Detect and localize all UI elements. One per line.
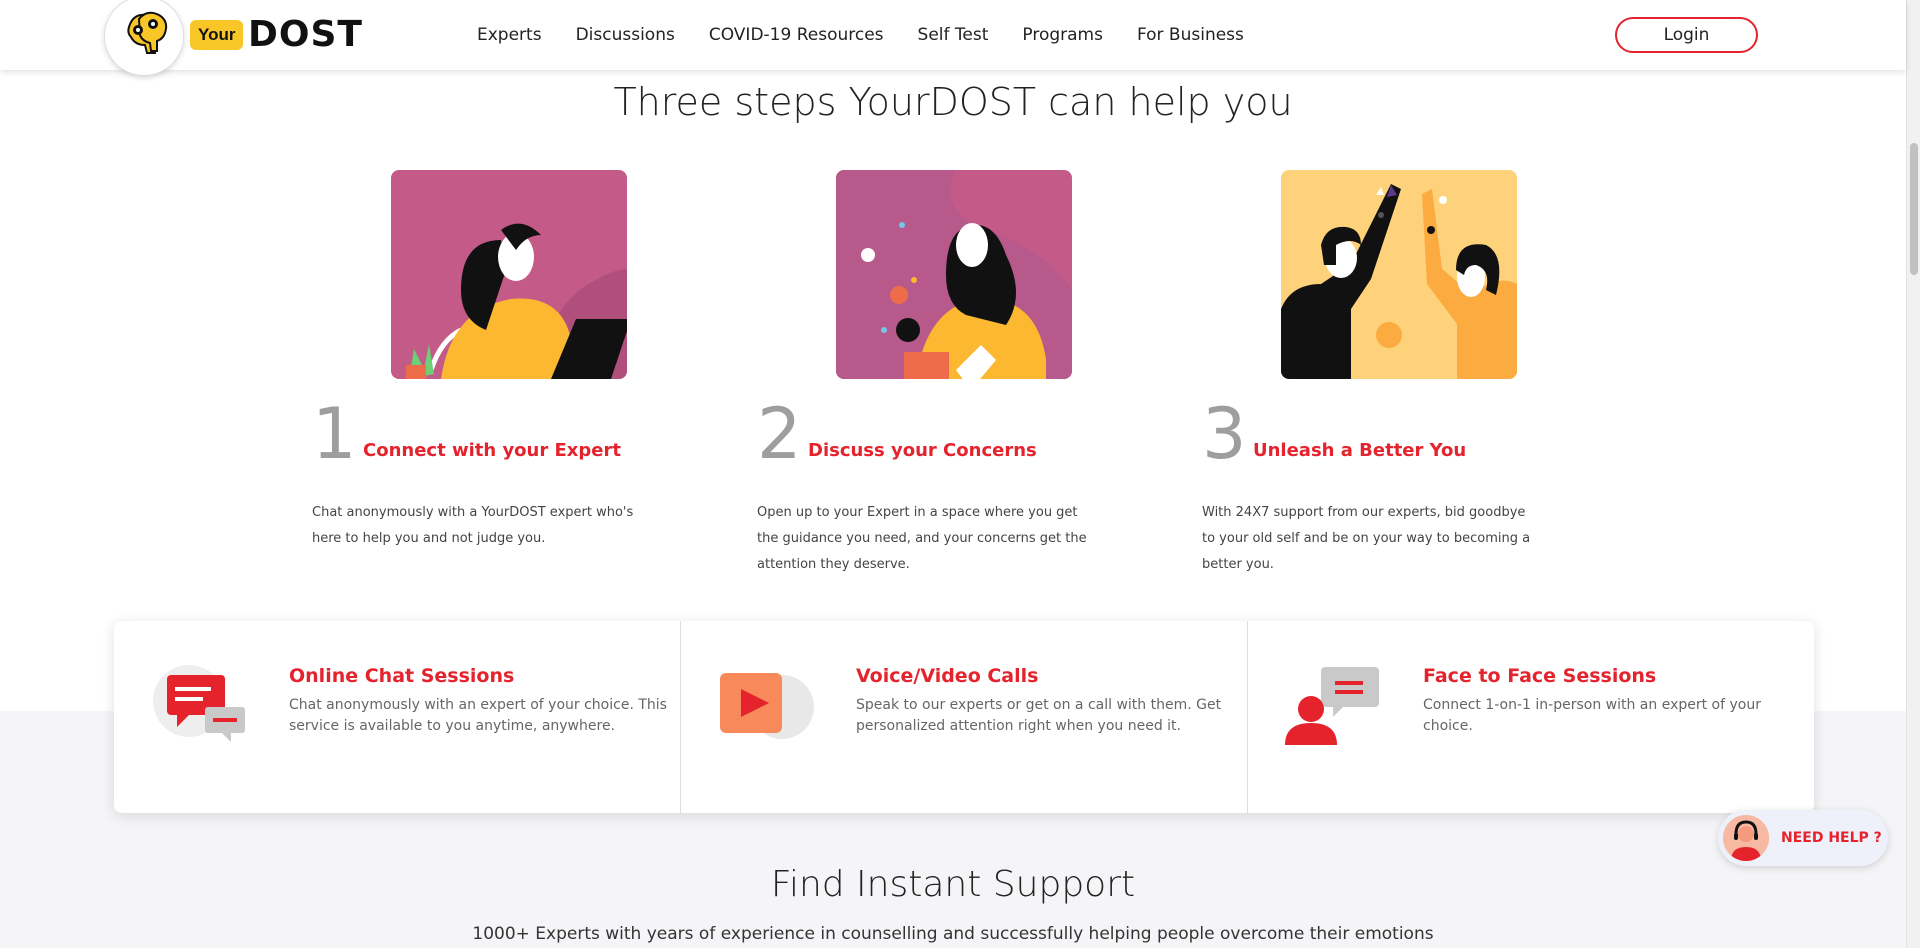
- service-description: Chat anonymously with an expert of your …: [289, 697, 667, 734]
- step-1-title: Connect with your Expert: [363, 440, 621, 461]
- steps-heading: Three steps YourDOST can help you: [613, 80, 1293, 124]
- step-1-number: 1: [312, 393, 357, 475]
- step-3-number: 3: [1202, 393, 1247, 475]
- step-2-description: Open up to your Expert in a space where …: [757, 505, 1087, 572]
- login-button[interactable]: Login: [1615, 17, 1758, 53]
- video-play-icon: [716, 665, 816, 745]
- step-3-illustration: [1281, 170, 1517, 379]
- person-chat-icon: [1283, 665, 1383, 745]
- chat-bubbles-icon: [149, 665, 249, 745]
- nav-discussions[interactable]: Discussions: [576, 25, 675, 45]
- service-description: Speak to our experts or get on a call wi…: [856, 697, 1222, 734]
- scrollbar-thumb[interactable]: [1910, 143, 1918, 275]
- support-subtitle: 1000+ Experts with years of experience i…: [472, 924, 1434, 944]
- service-title: Online Chat Sessions: [289, 665, 515, 687]
- step-3-title: Unleash a Better You: [1253, 440, 1467, 461]
- nav-covid-resources[interactable]: COVID-19 Resources: [709, 25, 884, 45]
- step-1-illustration: [391, 170, 627, 379]
- logo-wordmark[interactable]: DOST: [248, 15, 363, 55]
- top-navbar: Your DOST Experts Discussions COVID-19 R…: [0, 0, 1906, 76]
- service-title: Face to Face Sessions: [1423, 665, 1657, 687]
- support-agent-icon: [1723, 815, 1769, 861]
- service-face-to-face[interactable]: Face to Face Sessions Connect 1-on-1 in-…: [1247, 621, 1814, 813]
- need-help-button[interactable]: NEED HELP ?: [1718, 810, 1888, 866]
- nav-for-business[interactable]: For Business: [1137, 25, 1244, 45]
- service-online-chat[interactable]: Online Chat Sessions Chat anonymously wi…: [114, 621, 680, 813]
- nav-self-test[interactable]: Self Test: [918, 25, 989, 45]
- nav-programs[interactable]: Programs: [1022, 25, 1103, 45]
- step-1-description: Chat anonymously with a YourDOST expert …: [312, 505, 634, 546]
- service-voice-video[interactable]: Voice/Video Calls Speak to our experts o…: [680, 621, 1247, 813]
- services-card: Online Chat Sessions Chat anonymously wi…: [114, 621, 1814, 813]
- service-title: Voice/Video Calls: [856, 665, 1039, 687]
- step-3-description: With 24X7 support from our experts, bid …: [1202, 505, 1531, 572]
- nav-experts[interactable]: Experts: [477, 25, 542, 45]
- logo-mascot-icon[interactable]: [104, 0, 184, 76]
- need-help-label: NEED HELP ?: [1781, 830, 1882, 846]
- step-2-illustration: [836, 170, 1072, 379]
- page-scrollbar[interactable]: [1906, 0, 1920, 948]
- service-description: Connect 1-on-1 in-person with an expert …: [1423, 697, 1761, 734]
- step-2-title: Discuss your Concerns: [808, 440, 1037, 461]
- main-nav: Experts Discussions COVID-19 Resources S…: [477, 0, 1278, 70]
- logo-badge[interactable]: Your: [190, 20, 244, 50]
- step-2-number: 2: [757, 393, 802, 475]
- support-heading: Find Instant Support: [770, 864, 1136, 905]
